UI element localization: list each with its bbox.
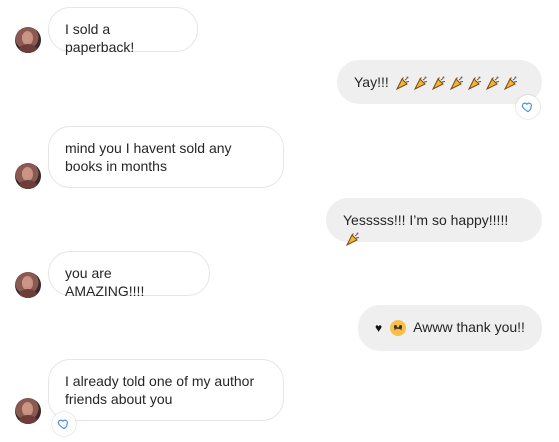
avatar[interactable] — [15, 27, 41, 53]
avatar[interactable] — [15, 272, 41, 298]
message-text: I already told one of my author friends … — [65, 373, 255, 407]
message-row: Yay!!! — [0, 60, 559, 119]
message-text: Yesssss!!! I’m so happy!!!!! — [343, 212, 509, 228]
reaction-badge[interactable] — [516, 95, 540, 119]
message-row: ♥ Awww thank you!! — [0, 305, 559, 351]
message-text: I sold a paperback! — [65, 21, 135, 55]
message-row: I sold a paperback! — [0, 7, 559, 59]
message-text: mind you I havent sold any books in mont… — [65, 140, 232, 174]
party-popper-icon — [413, 76, 427, 91]
incoming-message-bubble[interactable]: I sold a paperback! — [48, 7, 198, 55]
emoji-group — [395, 75, 519, 91]
outgoing-message-bubble[interactable]: Yesssss!!! I’m so happy!!!!! — [326, 198, 542, 247]
message-row: mind you I havent sold any books in mont… — [0, 126, 559, 189]
incoming-message-bubble[interactable]: mind you I havent sold any books in mont… — [48, 126, 284, 188]
emoji-group — [345, 231, 361, 247]
message-thread: I sold a paperback! Yay!!! mind you I ha… — [0, 0, 559, 442]
incoming-message-bubble[interactable]: you are AMAZING!!!! — [48, 251, 210, 299]
sad-face-icon — [390, 320, 407, 337]
party-popper-icon — [485, 76, 499, 91]
incoming-message-bubble[interactable]: I already told one of my author friends … — [48, 359, 284, 421]
outgoing-message-bubble[interactable]: ♥ Awww thank you!! — [358, 305, 542, 351]
black-heart-icon: ♥ — [375, 321, 383, 335]
message-text: Awww thank you!! — [413, 319, 525, 335]
party-popper-icon — [395, 76, 409, 91]
party-popper-icon — [449, 76, 463, 91]
message-row: Yesssss!!! I’m so happy!!!!! — [0, 198, 559, 247]
message-row: you are AMAZING!!!! — [0, 251, 559, 299]
party-popper-icon — [503, 76, 517, 91]
party-popper-icon — [431, 76, 445, 91]
message-text: Yay!!! — [354, 74, 389, 90]
avatar[interactable] — [15, 398, 41, 424]
message-text: you are AMAZING!!!! — [65, 265, 145, 299]
heart-reaction-icon — [521, 102, 532, 113]
party-popper-icon — [467, 76, 481, 91]
message-row: I already told one of my author friends … — [0, 359, 559, 436]
reaction-badge[interactable] — [52, 412, 76, 436]
outgoing-message-bubble[interactable]: Yay!!! — [337, 60, 542, 104]
heart-reaction-icon — [57, 419, 68, 430]
party-popper-icon — [345, 232, 360, 247]
avatar[interactable] — [15, 163, 41, 189]
